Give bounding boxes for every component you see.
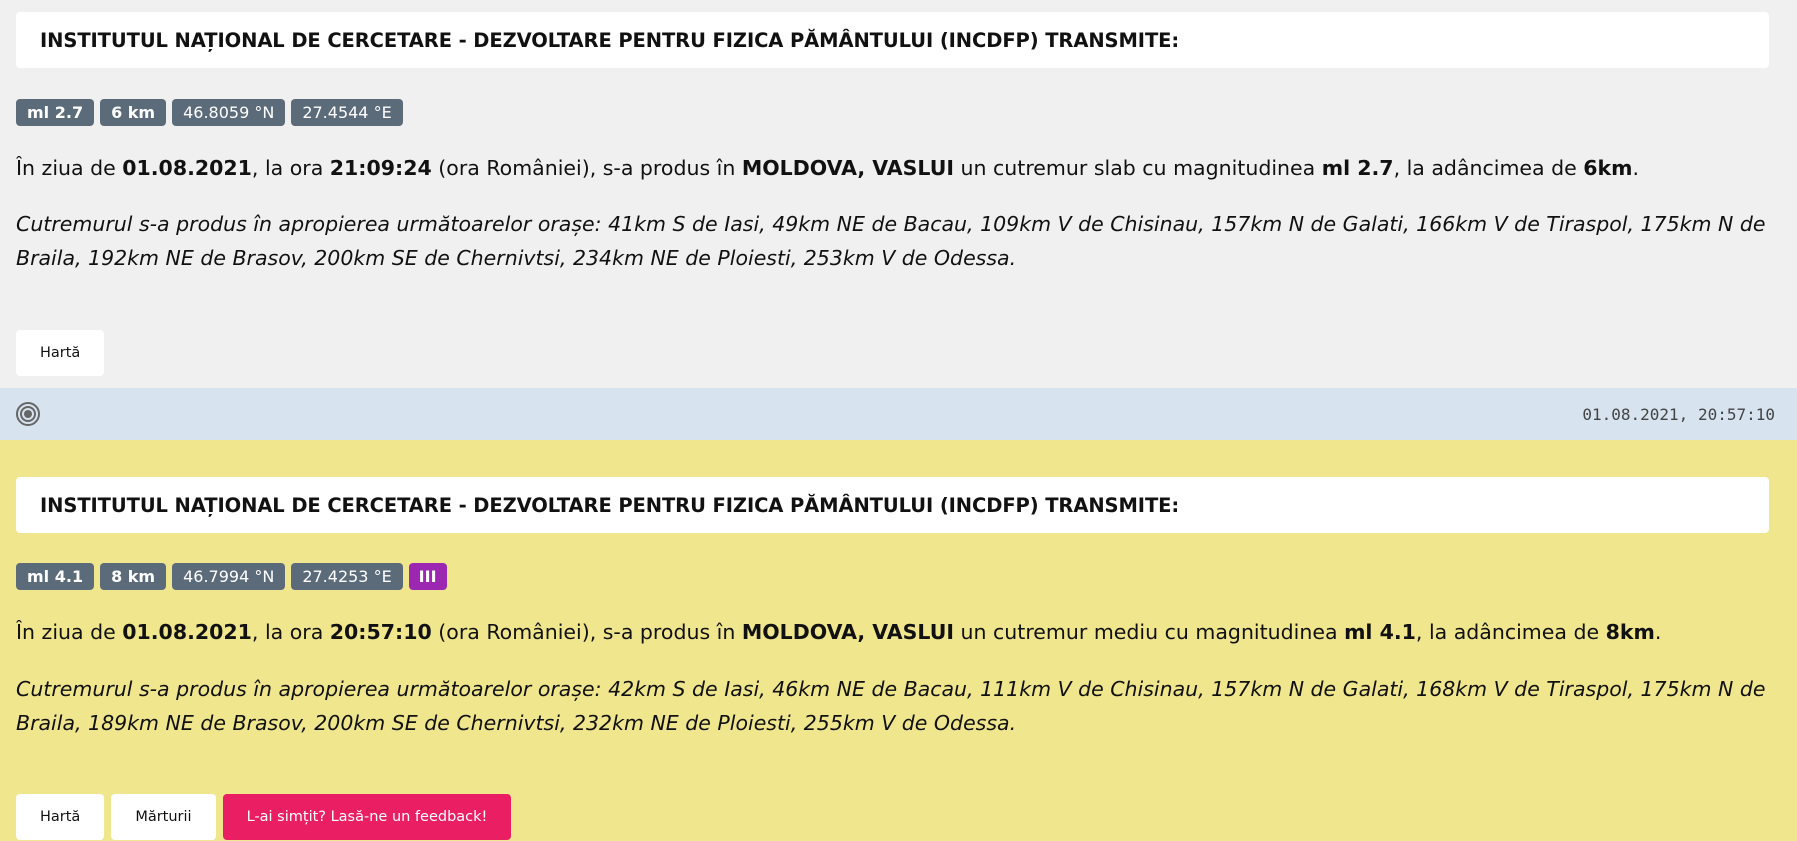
nearby-cities: Cutremurul s-a produs în apropierea urmă… (16, 212, 1766, 270)
tag-row: ml 2.7 6 km 46.8059 °N 27.4544 °E (16, 99, 403, 126)
map-button[interactable]: Hartă (16, 330, 105, 376)
earthquake-card-1: INSTITUTUL NAȚIONAL DE CERCETARE - DEZVO… (0, 0, 1797, 388)
quake-date: 01.08.2021 (122, 156, 252, 180)
feedback-button[interactable]: L-ai simțit? Lasă-ne un feedback! (222, 794, 512, 840)
longitude-tag: 27.4253 °E (291, 563, 403, 590)
quake-time: 21:09:24 (329, 156, 432, 180)
quake-region: MOLDOVA, VASLUI (741, 620, 954, 644)
quake-magnitude: ml 2.7 (1321, 156, 1394, 180)
intensity-tag: III (408, 563, 447, 590)
quake-magnitude: ml 4.1 (1344, 620, 1416, 644)
earthquake-card-2: INSTITUTUL NAȚIONAL DE CERCETARE - DEZVO… (0, 440, 1797, 841)
quake-region: MOLDOVA, VASLUI (741, 156, 954, 180)
event-meta-bar: 01.08.2021, 20:57:10 (0, 388, 1797, 440)
depth-tag: 8 km (100, 563, 167, 590)
quake-depth: 6km (1583, 156, 1633, 180)
map-button[interactable]: Hartă (16, 794, 105, 840)
quake-date: 01.08.2021 (122, 620, 252, 644)
quake-time: 20:57:10 (329, 620, 432, 644)
action-buttons: Hartă Mărturii L-ai simțit? Lasă-ne un f… (16, 794, 512, 840)
seismic-target-icon (16, 402, 40, 426)
nearby-cities: Cutremurul s-a produs în apropierea urmă… (16, 677, 1766, 735)
quake-summary: În ziua de 01.08.2021, la ora 21:09:24 (… (16, 156, 1640, 180)
action-buttons: Hartă (16, 330, 105, 376)
tag-row: ml 4.1 8 km 46.7994 °N 27.4253 °E III (16, 563, 447, 590)
testimonials-button[interactable]: Mărturii (111, 794, 216, 840)
card-title: INSTITUTUL NAȚIONAL DE CERCETARE - DEZVO… (16, 477, 1769, 533)
event-timestamp: 01.08.2021, 20:57:10 (1582, 404, 1775, 424)
longitude-tag: 27.4544 °E (291, 99, 403, 126)
depth-tag: 6 km (100, 99, 167, 126)
card-title: INSTITUTUL NAȚIONAL DE CERCETARE - DEZVO… (16, 12, 1769, 68)
quake-depth: 8km (1605, 620, 1655, 644)
latitude-tag: 46.8059 °N (172, 99, 286, 126)
magnitude-tag: ml 2.7 (16, 99, 95, 126)
latitude-tag: 46.7994 °N (172, 563, 286, 590)
quake-summary: În ziua de 01.08.2021, la ora 20:57:10 (… (16, 620, 1662, 644)
magnitude-tag: ml 4.1 (16, 563, 95, 590)
